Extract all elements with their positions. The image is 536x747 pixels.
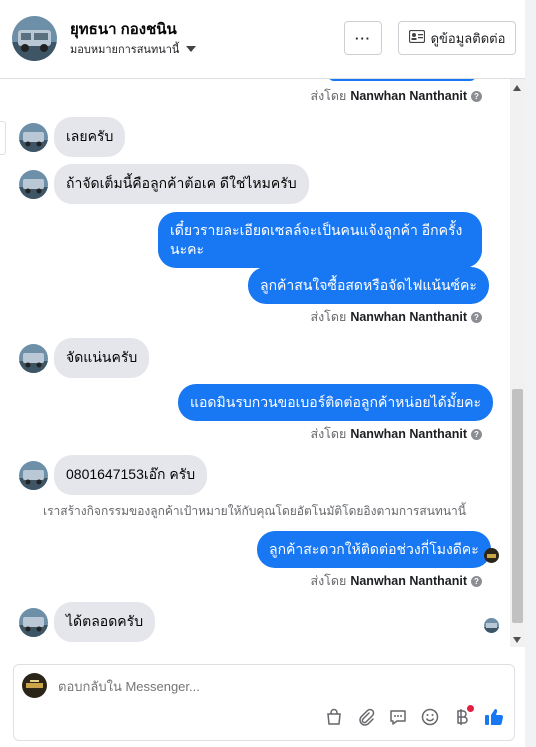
message-bubble-out: แอดมินรบกวนขอเบอร์ติดต่อลูกค้าหน่อยได้มั… — [178, 384, 494, 421]
sent-by-line: ส่งโดย Nanwhan Nanthanit ? — [310, 307, 482, 327]
caret-down-icon — [186, 46, 197, 52]
contact-card-icon — [408, 29, 425, 46]
sender-avatar — [19, 122, 48, 152]
sender-avatar — [19, 460, 48, 490]
seen-avatar — [484, 618, 499, 633]
sender-avatar — [19, 169, 48, 199]
sent-by-name[interactable]: Nanwhan Nanthanit — [350, 89, 467, 103]
emoji-icon[interactable] — [420, 707, 440, 727]
question-icon[interactable]: ? — [471, 428, 482, 440]
side-gutter — [525, 0, 536, 747]
view-contact-info-label: ดูข้อมูลติดต่อ — [430, 30, 506, 46]
message-bubble-out: เดี๋ยวรายละเอียดเซลล์จะเป็นคนแจ้งลูกค้า … — [158, 212, 482, 268]
message-row-in: เลยครับ — [19, 117, 126, 157]
left-edge-tab[interactable] — [0, 121, 6, 155]
sent-by-prefix: ส่งโดย — [310, 89, 347, 103]
composer-toolbar — [324, 705, 504, 727]
page-avatar — [22, 673, 47, 698]
message-bubble-out-partial — [328, 79, 476, 81]
sent-by-prefix: ส่งโดย — [310, 310, 347, 324]
sent-by-name[interactable]: Nanwhan Nanthanit — [350, 310, 467, 324]
assign-label: มอบหมายการสนทนานี้ — [70, 44, 180, 56]
sender-avatar — [19, 607, 48, 637]
contact-avatar[interactable] — [12, 16, 57, 61]
message-bubble-in: 0801647153เอ๊ก ครับ — [54, 455, 208, 495]
paperclip-icon[interactable] — [356, 707, 376, 727]
scroll-up-arrow-icon[interactable] — [513, 85, 521, 91]
sent-by-prefix: ส่งโดย — [310, 574, 347, 588]
message-row-in: ได้ตลอดครับ — [19, 602, 156, 642]
system-notice: เราสร้างกิจกรรมของลูกค้าเป้าหมายให้กับคุ… — [43, 504, 466, 518]
sent-by-name[interactable]: Nanwhan Nanthanit — [350, 574, 467, 588]
view-contact-info-button[interactable]: ดูข้อมูลติดต่อ — [398, 21, 516, 55]
scroll-down-arrow-icon[interactable] — [513, 637, 521, 643]
sent-by-line: ส่งโดย Nanwhan Nanthanit ? — [310, 86, 482, 106]
reply-composer — [13, 664, 515, 741]
reply-input[interactable] — [58, 679, 498, 694]
more-icon: ··· — [355, 30, 371, 46]
message-bubble-out: ลูกค้าสนใจซื้อสดหรือจัดไฟแน้นซ์คะ — [248, 267, 489, 304]
message-bubble-out: ลูกค้าสะดวกให้ติดต่อช่วงกี่โมงดีคะ — [257, 531, 491, 568]
question-icon[interactable]: ? — [471, 90, 482, 102]
message-row-in: จัดแน่นครับ — [19, 338, 150, 378]
contact-name[interactable]: ยุทธนา กองชนิน — [70, 17, 177, 41]
sent-by-line: ส่งโดย Nanwhan Nanthanit ? — [310, 424, 482, 444]
sent-by-name[interactable]: Nanwhan Nanthanit — [350, 427, 467, 441]
baht-icon[interactable] — [452, 705, 474, 727]
question-icon[interactable]: ? — [471, 575, 482, 587]
message-row-in: 0801647153เอ๊ก ครับ — [19, 455, 208, 495]
question-icon[interactable]: ? — [471, 311, 482, 323]
thread-scrollbar[interactable] — [510, 79, 525, 647]
assign-conversation-dropdown[interactable]: มอบหมายการสนทนานี้ — [70, 40, 197, 58]
sent-by-line: ส่งโดย Nanwhan Nanthanit ? — [310, 571, 482, 591]
message-bubble-in: จัดแน่นครับ — [54, 338, 150, 378]
message-bubble-in: ถ้าจัดเต็มนี้คือลูกค้าต้อเค ดีใช่ไหมครับ — [54, 164, 309, 204]
message-bubble-in: เลยครับ — [54, 117, 126, 157]
bag-icon[interactable] — [324, 707, 344, 727]
scroll-thumb[interactable] — [512, 389, 523, 623]
message-bubble-in: ได้ตลอดครับ — [54, 602, 156, 642]
thumbs-up-icon[interactable] — [484, 707, 504, 727]
message-thread: ส่งโดย Nanwhan Nanthanit ? เลยครับ ถ้าจั… — [0, 79, 508, 647]
seen-avatar — [484, 548, 499, 563]
sent-by-prefix: ส่งโดย — [310, 427, 347, 441]
chat-bubble-icon[interactable] — [388, 707, 408, 727]
sender-avatar — [19, 343, 48, 373]
notification-dot — [467, 705, 474, 712]
conversation-header: ยุทธนา กองชนิน มอบหมายการสนทนานี้ ··· ดู… — [0, 0, 525, 79]
message-row-in: ถ้าจัดเต็มนี้คือลูกค้าต้อเค ดีใช่ไหมครับ — [19, 164, 309, 204]
more-options-button[interactable]: ··· — [344, 21, 382, 55]
